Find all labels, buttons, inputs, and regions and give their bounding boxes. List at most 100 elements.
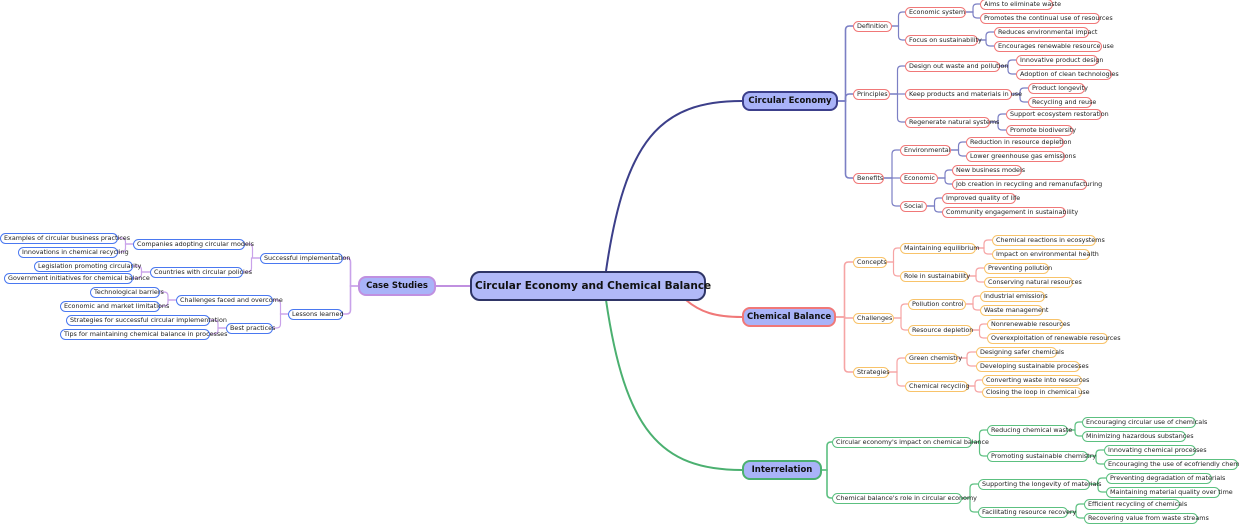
topic-concepts[interactable]: Concepts: [853, 256, 887, 268]
topic-successful-implementation[interactable]: Successful implementation: [260, 252, 350, 264]
connector-new-business-models: [938, 169, 952, 179]
topic-promoting-sustainable-chemistry[interactable]: Promoting sustainable chemistry: [987, 450, 1096, 462]
topic-pollution-control[interactable]: Pollution control: [908, 298, 966, 310]
topic-interrelation[interactable]: Interrelation: [742, 460, 822, 480]
topic-chemical-reactions-in-ecosystems[interactable]: Chemical reactions in ecosystems: [992, 234, 1105, 246]
topic-chemical-balance-s-role-in-circular-economy[interactable]: Chemical balance's role in circular econ…: [832, 492, 977, 504]
connector-regenerate-natural-systems: [890, 93, 905, 123]
connector-role-in-sustainability: [887, 261, 900, 277]
topic-technological-barriers[interactable]: Technological barriers: [90, 286, 164, 298]
topic-examples-of-circular-business-practices[interactable]: Examples of circular business practices: [0, 232, 130, 244]
topic-impact-on-environmental-health[interactable]: Impact on environmental health: [992, 248, 1099, 260]
topic-principles[interactable]: Principles: [853, 88, 890, 100]
topic-regenerate-natural-systems[interactable]: Regenerate natural systems: [905, 116, 999, 128]
topic-maintaining-material-quality-over-time[interactable]: Maintaining material quality over time: [1106, 486, 1233, 498]
topic-new-business-models[interactable]: New business models: [952, 164, 1025, 176]
topic-overexploitation-of-renewable-resources[interactable]: Overexploitation of renewable resources: [987, 332, 1121, 344]
topic-circular-economy-s-impact-on-chemical-balance[interactable]: Circular economy's impact on chemical ba…: [832, 436, 989, 448]
topic-reduces-environmental-impact[interactable]: Reduces environmental impact: [994, 26, 1097, 38]
topic-case-studies[interactable]: Case Studies: [358, 276, 436, 296]
topic-support-ecosystem-restoration[interactable]: Support ecosystem restoration: [1006, 108, 1109, 120]
connector-reduction-in-resource-depletion: [951, 141, 966, 151]
topic-encourages-renewable-resource-use[interactable]: Encourages renewable resource use: [994, 40, 1114, 52]
topic-green-chemistry[interactable]: Green chemistry: [905, 352, 962, 364]
connector-focus-on-sustainability: [892, 25, 905, 41]
topic-developing-sustainable-processes[interactable]: Developing sustainable processes: [976, 360, 1089, 372]
topic-focus-on-sustainability[interactable]: Focus on sustainability: [905, 34, 982, 46]
root-topic[interactable]: Circular Economy and Chemical Balance: [470, 271, 711, 301]
topic-government-initiatives-for-chemical-balance[interactable]: Government initiatives for chemical bala…: [4, 272, 150, 284]
connector-social: [884, 177, 900, 207]
connector-maintaining-equilibrium: [887, 247, 900, 263]
connector-closing-the-loop-in-chemical-use: [968, 385, 982, 393]
connector-waste-management: [966, 303, 980, 311]
topic-maintaining-equilibrium[interactable]: Maintaining equilibrium: [900, 242, 980, 254]
topic-environmental[interactable]: Environmental: [900, 144, 951, 156]
topic-lessons-learned[interactable]: Lessons learned: [288, 308, 344, 320]
topic-efficient-recycling-of-chemicals[interactable]: Efficient recycling of chemicals: [1084, 498, 1187, 510]
topic-reduction-in-resource-depletion[interactable]: Reduction in resource depletion: [966, 136, 1072, 148]
connector-benefits: [838, 100, 853, 179]
topic-conserving-natural-resources[interactable]: Conserving natural resources: [984, 276, 1082, 288]
topic-designing-safer-chemicals[interactable]: Designing safer chemicals: [976, 346, 1064, 358]
topic-promote-biodiversity[interactable]: Promote biodiversity: [1006, 124, 1076, 136]
connector-definition: [838, 25, 853, 102]
topic-economic-and-market-limitations[interactable]: Economic and market limitations: [60, 300, 169, 312]
connector-community-engagement-in-sustainability: [927, 205, 942, 213]
topic-keep-products-and-materials-in-use[interactable]: Keep products and materials in use: [905, 88, 1022, 100]
topic-economic-system[interactable]: Economic system: [905, 6, 966, 18]
topic-reducing-chemical-waste[interactable]: Reducing chemical waste: [987, 424, 1072, 436]
topic-design-out-waste-and-pollution[interactable]: Design out waste and pollution: [905, 60, 1008, 72]
topic-industrial-emissions[interactable]: Industrial emissions: [980, 290, 1048, 302]
topic-lower-greenhouse-gas-emissions[interactable]: Lower greenhouse gas emissions: [966, 150, 1076, 162]
topic-best-practices[interactable]: Best practices: [226, 322, 275, 334]
topic-recycling-and-reuse[interactable]: Recycling and reuse: [1028, 96, 1096, 108]
topic-community-engagement-in-sustainability[interactable]: Community engagement in sustainability: [942, 206, 1078, 218]
topic-benefits[interactable]: Benefits: [853, 172, 884, 184]
topic-tips-for-maintaining-chemical-balance-in-processes[interactable]: Tips for maintaining chemical balance in…: [60, 328, 227, 340]
topic-economic[interactable]: Economic: [900, 172, 938, 184]
connector-preventing-pollution: [968, 267, 984, 277]
topic-companies-adopting-circular-models[interactable]: Companies adopting circular models: [133, 238, 254, 250]
topic-converting-waste-into-resources[interactable]: Converting waste into resources: [982, 374, 1089, 386]
topic-innovating-chemical-processes[interactable]: Innovating chemical processes: [1104, 444, 1207, 456]
topic-strategies-for-successful-circular-implementation[interactable]: Strategies for successful circular imple…: [66, 314, 227, 326]
topic-adoption-of-clean-technologies[interactable]: Adoption of clean technologies: [1016, 68, 1119, 80]
topic-preventing-degradation-of-materials[interactable]: Preventing degradation of materials: [1106, 472, 1225, 484]
topic-legislation-promoting-circularity[interactable]: Legislation promoting circularity: [34, 260, 141, 272]
topic-supporting-the-longevity-of-materials[interactable]: Supporting the longevity of materials: [978, 478, 1102, 490]
connector-industrial-emissions: [966, 295, 980, 305]
connector-green-chemistry: [889, 357, 905, 373]
topic-job-creation-in-recycling-and-remanufacturing[interactable]: Job creation in recycling and remanufact…: [952, 178, 1102, 190]
topic-chemical-recycling[interactable]: Chemical recycling: [905, 380, 970, 392]
topic-strategies[interactable]: Strategies: [853, 366, 890, 378]
topic-facilitating-resource-recovery[interactable]: Facilitating resource recovery: [978, 506, 1076, 518]
topic-role-in-sustainability[interactable]: Role in sustainability: [900, 270, 970, 282]
topic-challenges[interactable]: Challenges: [853, 312, 894, 324]
connector-interrelation: [605, 299, 743, 471]
topic-preventing-pollution[interactable]: Preventing pollution: [984, 262, 1052, 274]
topic-improved-quality-of-life[interactable]: Improved quality of life: [942, 192, 1020, 204]
topic-definition[interactable]: Definition: [853, 20, 892, 32]
topic-product-longevity[interactable]: Product longevity: [1028, 82, 1088, 94]
connector-best-practices: [273, 313, 288, 329]
topic-encouraging-the-use-of-ecofriendly-chemicals[interactable]: Encouraging the use of ecofriendly chemi…: [1104, 458, 1240, 470]
topic-innovations-in-chemical-recycling[interactable]: Innovations in chemical recycling: [18, 246, 129, 258]
topic-challenges-faced-and-overcome[interactable]: Challenges faced and overcome: [176, 294, 283, 306]
topic-aims-to-eliminate-waste[interactable]: Aims to eliminate waste: [980, 0, 1061, 10]
topic-nonrenewable-resources[interactable]: Nonrenewable resources: [987, 318, 1070, 330]
topic-waste-management[interactable]: Waste management: [980, 304, 1048, 316]
connector-aims-to-eliminate-waste: [966, 3, 980, 13]
topic-resource-depletion[interactable]: Resource depletion: [908, 324, 973, 336]
topic-closing-the-loop-in-chemical-use[interactable]: Closing the loop in chemical use: [982, 386, 1090, 398]
topic-circular-economy[interactable]: Circular Economy: [742, 91, 838, 111]
topic-encouraging-circular-use-of-chemicals[interactable]: Encouraging circular use of chemicals: [1082, 416, 1207, 428]
connector-pollution-control: [894, 303, 908, 319]
topic-innovative-product-design[interactable]: Innovative product design: [1016, 54, 1103, 66]
topic-social[interactable]: Social: [900, 200, 927, 212]
topic-countries-with-circular-policies[interactable]: Countries with circular policies: [150, 266, 252, 278]
topic-minimizing-hazardous-substances[interactable]: Minimizing hazardous substances: [1082, 430, 1194, 442]
topic-promotes-the-continual-use-of-resources[interactable]: Promotes the continual use of resources: [980, 12, 1113, 24]
topic-recovering-value-from-waste-streams[interactable]: Recovering value from waste streams: [1084, 512, 1209, 524]
topic-chemical-balance[interactable]: Chemical Balance: [742, 307, 836, 327]
